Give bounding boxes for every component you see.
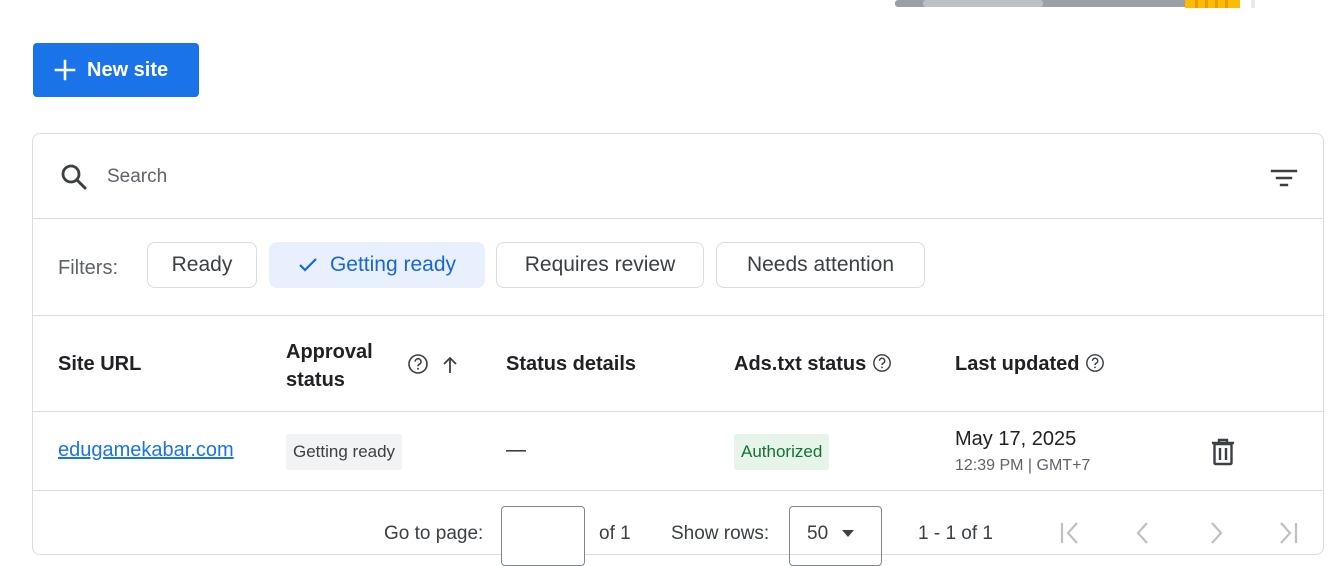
chevron-left-icon[interactable] [1128, 518, 1158, 548]
help-circle-icon[interactable] [872, 353, 892, 373]
ads-txt-status-badge: Authorized [734, 434, 830, 470]
filter-chip-label: Ready [171, 253, 233, 276]
column-header-ads-txt-status[interactable]: Ads.txt status [734, 353, 892, 376]
table-row: edugamekabar.com Getting ready — Authori… [33, 412, 1323, 491]
status-details-value: — [506, 439, 526, 461]
column-header-approval-status[interactable]: Approval status [286, 338, 373, 394]
filters-label: Filters: [58, 257, 118, 279]
column-header-site-url[interactable]: Site URL [58, 353, 141, 376]
sites-table-panel: Filters: Ready Getting ready Requires re… [32, 133, 1324, 566]
arrow-up-icon[interactable] [439, 354, 461, 376]
page-count: of 1 [599, 523, 631, 544]
filter-chip-label: Requires review [524, 253, 676, 276]
first-page-icon[interactable] [1055, 518, 1085, 548]
filter-chip-label: Getting ready [329, 253, 457, 276]
rows-per-page-select[interactable]: 50 [789, 506, 882, 566]
approval-header-line1: Approval [286, 341, 373, 363]
filter-list-icon[interactable] [1269, 163, 1299, 193]
column-header-last-updated[interactable]: Last updated [955, 353, 1105, 376]
last-page-icon[interactable] [1273, 518, 1303, 548]
go-to-page-input[interactable] [501, 506, 585, 566]
show-rows-label: Show rows: [671, 523, 770, 544]
filter-chip-getting-ready[interactable]: Getting ready [269, 242, 485, 288]
approval-status-badge: Getting ready [286, 434, 403, 470]
go-to-page-label: Go to page: [384, 523, 484, 544]
column-header-status-details[interactable]: Status details [506, 353, 636, 376]
plus-icon [53, 58, 77, 82]
header-illustration [895, 0, 1255, 8]
search-icon [61, 164, 87, 190]
ads-txt-header-label: Ads.txt status [734, 353, 867, 375]
last-updated-date: May 17, 2025 [955, 428, 1077, 450]
page-range: 1 - 1 of 1 [918, 523, 993, 544]
help-circle-icon[interactable] [1085, 353, 1105, 373]
site-url-link[interactable]: edugamekabar.com [58, 439, 234, 462]
last-updated-time: 12:39 PM | GMT+7 [955, 457, 1091, 474]
new-site-label: New site [87, 58, 169, 81]
filter-chip-needs-attention[interactable]: Needs attention [716, 242, 925, 288]
search-input[interactable] [105, 158, 1209, 196]
help-circle-icon[interactable] [407, 353, 429, 375]
last-updated-header-label: Last updated [955, 353, 1080, 375]
approval-header-line2: status [286, 369, 345, 391]
search-bar [33, 134, 1323, 219]
chevron-right-icon[interactable] [1201, 518, 1231, 548]
filters-row: Filters: Ready Getting ready Requires re… [33, 219, 1323, 316]
check-icon [298, 257, 318, 273]
trash-icon[interactable] [1208, 437, 1238, 467]
new-site-button[interactable]: New site [33, 43, 199, 97]
table-header: Site URL Approval status Status details … [33, 316, 1323, 412]
caret-down-icon [842, 530, 854, 537]
filter-chip-label: Needs attention [746, 253, 895, 276]
rows-per-page-value: 50 [807, 523, 829, 544]
filter-chip-ready[interactable]: Ready [147, 242, 257, 288]
filter-chip-requires-review[interactable]: Requires review [496, 242, 704, 288]
pagination-bar: Go to page: of 1 Show rows: 50 1 - 1 of … [33, 491, 1323, 566]
